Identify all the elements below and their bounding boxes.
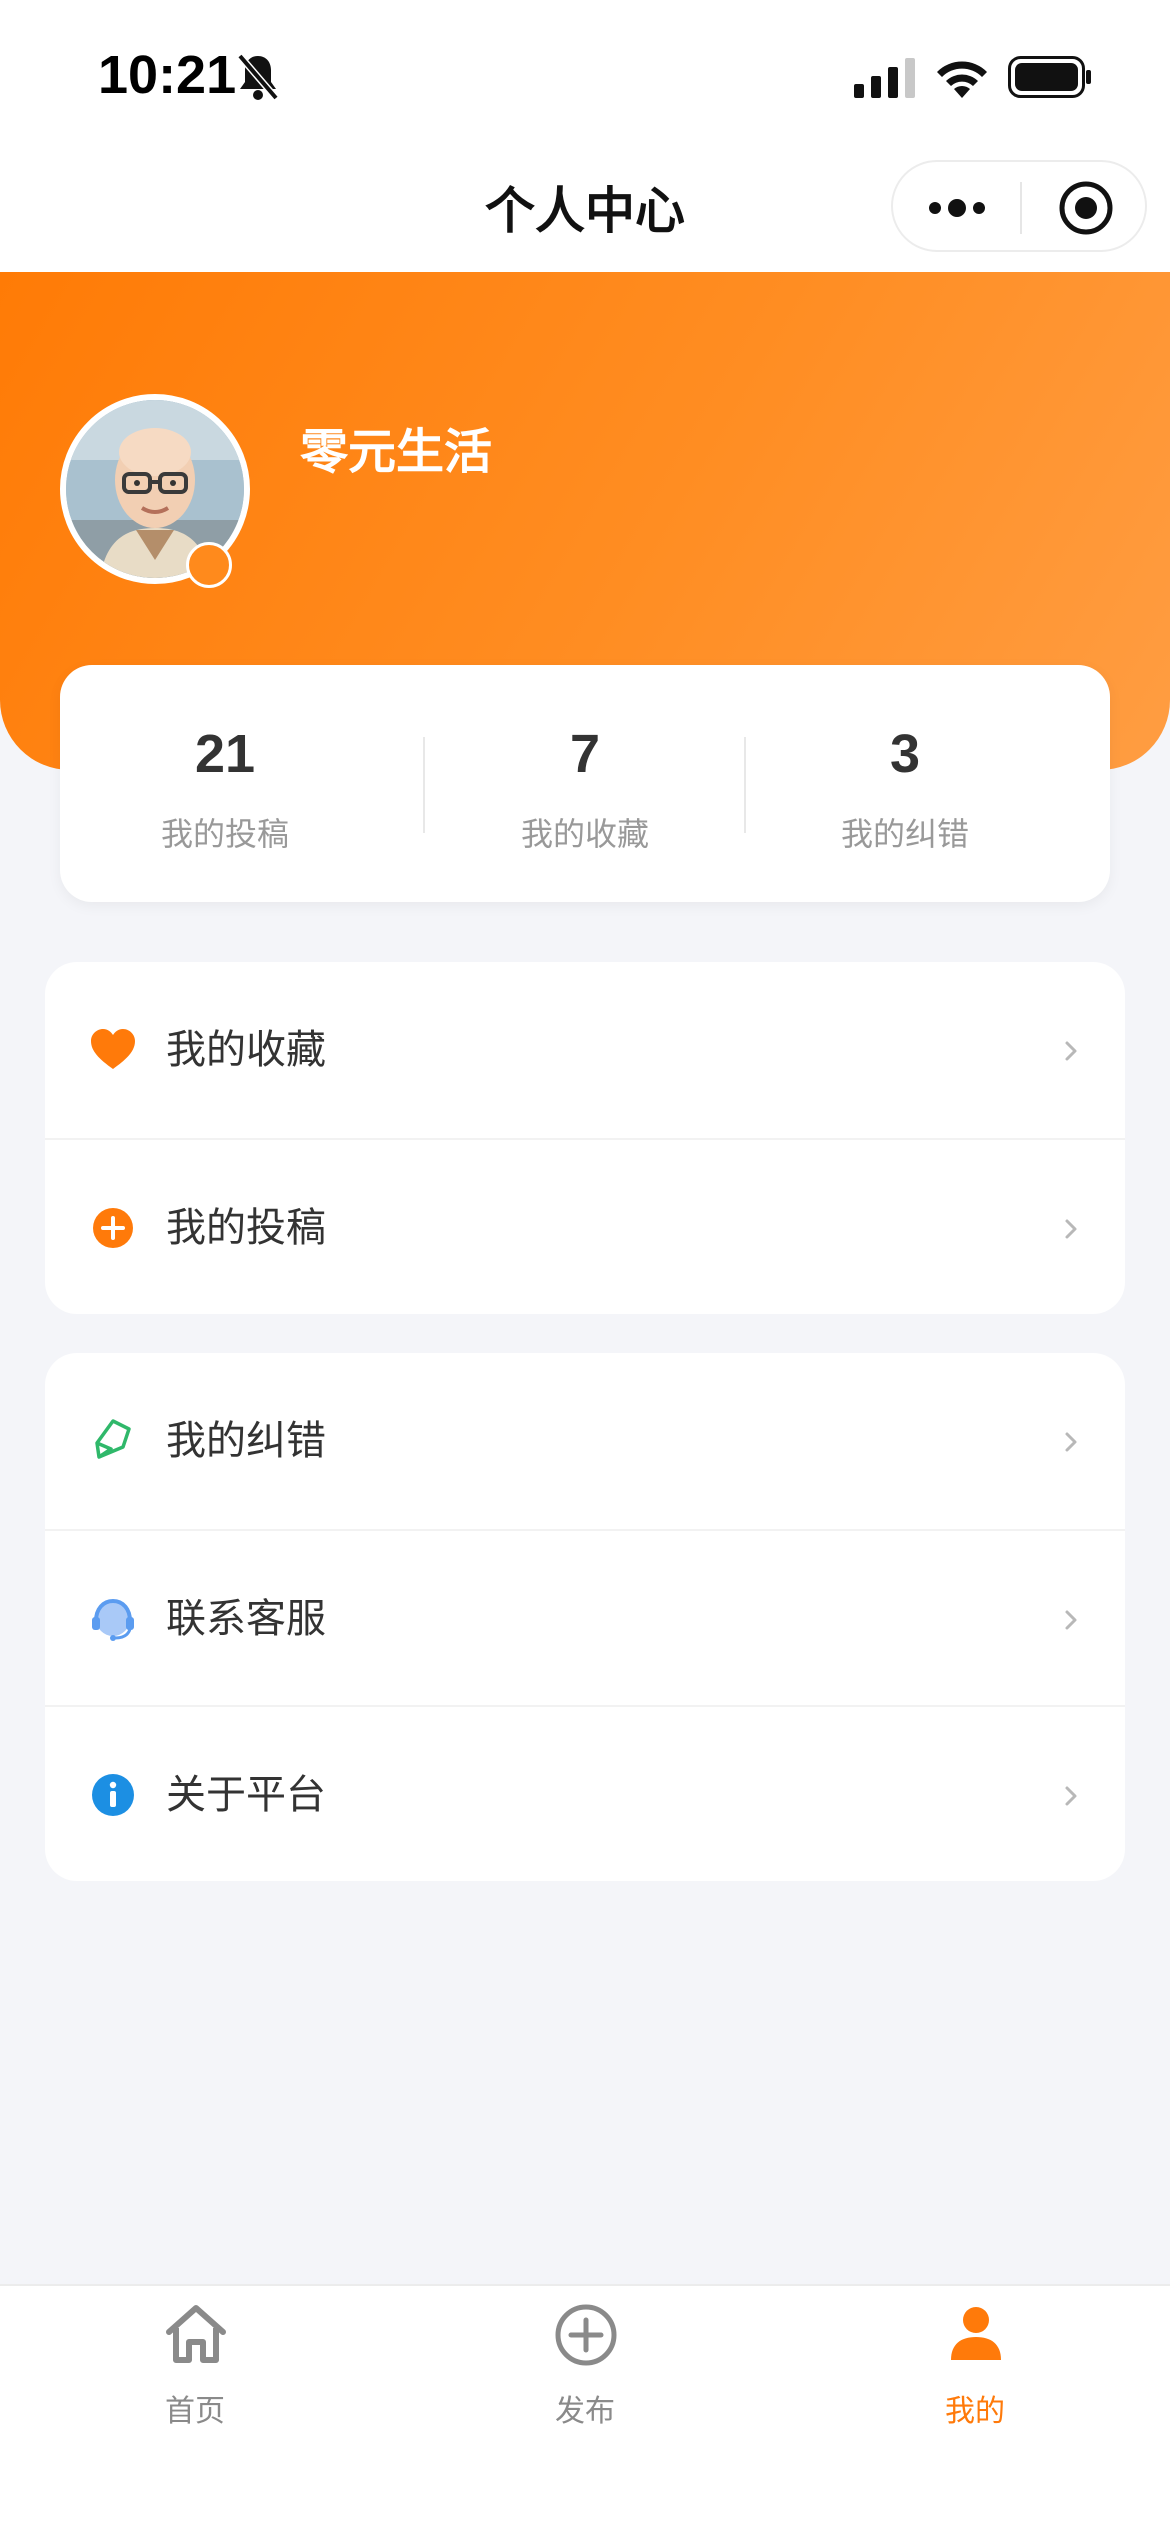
chevron-right-icon bbox=[1065, 1041, 1077, 1061]
menu-label: 我的纠错 bbox=[166, 1418, 326, 1464]
status-bar: 10:21 bbox=[0, 0, 1170, 150]
menu-label: 关于平台 bbox=[166, 1772, 326, 1818]
stat-value: 21 bbox=[194, 724, 256, 784]
username: 零元生活 bbox=[300, 424, 493, 480]
menu-item-submissions[interactable]: 我的投稿 bbox=[45, 1138, 1125, 1314]
home-icon bbox=[166, 2305, 226, 2363]
info-icon bbox=[92, 1774, 134, 1816]
headset-icon bbox=[92, 1598, 134, 1641]
chevron-right-icon bbox=[1065, 1610, 1077, 1630]
target-icon[interactable] bbox=[1057, 179, 1115, 237]
menu-label: 我的收藏 bbox=[166, 1027, 326, 1073]
tab-publish[interactable]: 发布 bbox=[390, 2286, 780, 2456]
menu-item-customer-service[interactable]: 联系客服 bbox=[45, 1529, 1125, 1705]
menu-label: 联系客服 bbox=[166, 1596, 326, 1642]
battery-icon bbox=[1008, 56, 1091, 98]
status-time: 10:21 bbox=[98, 45, 237, 105]
stat-submissions[interactable]: 21 我的投稿 bbox=[65, 665, 385, 902]
chevron-right-icon bbox=[1065, 1219, 1077, 1239]
wifi-icon bbox=[937, 61, 987, 98]
more-icon[interactable] bbox=[925, 188, 989, 228]
menu-item-about[interactable]: 关于平台 bbox=[45, 1705, 1125, 1881]
stat-value: 7 bbox=[569, 724, 601, 784]
menu-item-favorites[interactable]: 我的收藏 bbox=[45, 962, 1125, 1138]
tab-label: 发布 bbox=[555, 2394, 615, 2429]
stat-value: 3 bbox=[889, 724, 921, 784]
tab-bar: 首页 发布 我的 bbox=[0, 2284, 1170, 2532]
chevron-right-icon bbox=[1065, 1786, 1077, 1806]
stat-label: 我的收藏 bbox=[520, 815, 649, 853]
heart-icon bbox=[91, 1029, 135, 1069]
correction-icon bbox=[95, 1419, 131, 1459]
stat-label: 我的纠错 bbox=[840, 815, 969, 853]
menu-item-corrections[interactable]: 我的纠错 bbox=[45, 1353, 1125, 1529]
plus-circle-icon bbox=[555, 2304, 617, 2366]
tab-label: 首页 bbox=[165, 2394, 225, 2429]
menu-label: 我的投稿 bbox=[166, 1205, 326, 1251]
tab-home[interactable]: 首页 bbox=[0, 2286, 390, 2456]
menu-card-secondary: 我的纠错 联系客服 关于平台 bbox=[45, 1353, 1125, 1881]
menu-card-primary: 我的收藏 我的投稿 bbox=[45, 962, 1125, 1314]
tab-mine[interactable]: 我的 bbox=[780, 2286, 1170, 2456]
stat-corrections[interactable]: 3 我的纠错 bbox=[745, 665, 1065, 902]
signal-icon bbox=[854, 58, 915, 98]
chevron-right-icon bbox=[1065, 1432, 1077, 1452]
avatar-badge bbox=[186, 542, 232, 588]
user-icon bbox=[951, 2307, 1001, 2360]
capsule-divider bbox=[1020, 182, 1022, 234]
stats-card: 21 我的投稿 7 我的收藏 3 我的纠错 bbox=[60, 665, 1110, 902]
stat-favorites[interactable]: 7 我的收藏 bbox=[425, 665, 745, 902]
tab-label: 我的 bbox=[945, 2394, 1005, 2429]
stat-label: 我的投稿 bbox=[160, 815, 289, 853]
mini-program-capsule bbox=[891, 160, 1147, 252]
bell-muted-icon bbox=[237, 53, 279, 101]
plus-circle-icon bbox=[93, 1208, 133, 1248]
nav-bar: 个人中心 bbox=[0, 150, 1170, 272]
